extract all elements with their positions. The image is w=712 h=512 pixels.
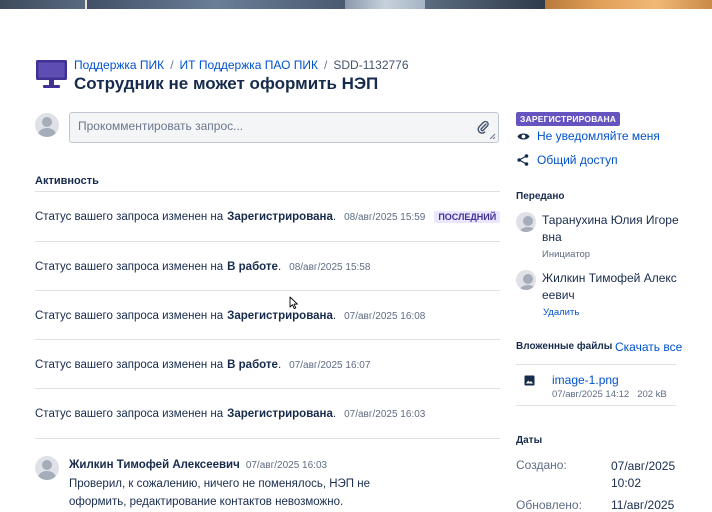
- shared-heading: Передано: [516, 191, 565, 202]
- row-divider: [35, 241, 500, 242]
- attachment-meta: 07/авг/2025 14:12 202 kB: [552, 389, 667, 400]
- activity-status: Зарегистрирована: [227, 310, 333, 322]
- activity-time: 07/авг/2025 16:07: [289, 360, 371, 371]
- comment-placeholder: Прокомментировать запрос...: [78, 119, 244, 133]
- activity-item: Статус вашего запроса изменен на В работе…: [35, 261, 371, 273]
- activity-item: Статус вашего запроса изменен на Зарегист…: [35, 310, 426, 322]
- paperclip-icon[interactable]: [477, 120, 489, 134]
- status-badge: ЗАРЕГИСТРИРОВАНА: [516, 112, 621, 126]
- activity-item: Статус вашего запроса изменен на В работе…: [35, 359, 371, 371]
- updated-label: Обновлено:: [516, 498, 582, 512]
- current-user-avatar: [35, 113, 59, 137]
- person-avatar: [516, 212, 536, 232]
- page-title: Сотрудник не может оформить НЭП: [74, 74, 379, 93]
- activity-status: В работе: [227, 261, 278, 273]
- updated-value: 11/авг/2025: [611, 498, 675, 512]
- activity-status: Зарегистрирована: [227, 408, 333, 420]
- dates-heading: Даты: [516, 435, 543, 446]
- row-divider: [35, 339, 500, 340]
- remove-person-link[interactable]: Удалить: [543, 307, 579, 318]
- created-value: 07/авг/2025 10:02: [611, 459, 676, 490]
- download-all-link[interactable]: Скачать все: [615, 340, 682, 354]
- comment-text: Проверил, к сожалению, ничего не поменял…: [69, 478, 370, 508]
- share-label: Общий доступ: [537, 153, 618, 167]
- breadcrumb-separator: /: [324, 58, 328, 72]
- attachment-link[interactable]: image-1.png: [552, 373, 619, 387]
- row-divider: [35, 388, 500, 389]
- breadcrumb-project-link[interactable]: Поддержка ПИК: [74, 58, 164, 72]
- activity-item: Статус вашего запроса изменен на Зарегист…: [35, 211, 501, 223]
- latest-badge: ПОСЛЕДНИЙ: [434, 211, 501, 223]
- created-label: Создано:: [516, 458, 567, 472]
- activity-time: 08/авг/2025 15:59: [344, 212, 426, 223]
- activity-status: Зарегистрирована: [227, 211, 333, 223]
- notify-label: Не уведомляйте меня: [537, 129, 660, 143]
- row-divider: [35, 290, 500, 291]
- comment-author: Жилкин Тимофей Алексеевич 07/авг/2025 16:…: [69, 459, 328, 471]
- activity-time: 07/авг/2025 16:08: [344, 311, 426, 322]
- activity-item: Статус вашего запроса изменен на Зарегист…: [35, 408, 426, 420]
- row-divider: [35, 438, 500, 439]
- eye-icon: [516, 132, 530, 141]
- attachments-divider: [516, 405, 676, 406]
- attachments-divider: [516, 364, 676, 365]
- comment-author-avatar: [35, 456, 59, 480]
- breadcrumb-separator: /: [170, 58, 174, 72]
- person-avatar: [516, 270, 536, 290]
- notify-toggle[interactable]: Не уведомляйте меня: [516, 129, 660, 143]
- activity-time: 08/авг/2025 15:58: [289, 262, 371, 273]
- activity-heading: Активность: [35, 175, 99, 187]
- resize-handle-icon[interactable]: [489, 133, 496, 140]
- share-icon: [516, 154, 530, 166]
- mouse-cursor-icon: [289, 296, 298, 310]
- header-banner: [0, 0, 712, 9]
- person-name: Таранухина Юлия Игоревна: [542, 213, 679, 244]
- activity-time: 07/авг/2025 16:03: [344, 409, 426, 420]
- comment-time: 07/авг/2025 16:03: [245, 460, 328, 471]
- person-name: Жилкин Тимофей Алексеевич: [542, 271, 677, 302]
- breadcrumb: Поддержка ПИК / ИТ Поддержка ПАО ПИК / SDD-1…: [74, 58, 409, 72]
- image-file-icon: [524, 375, 535, 386]
- breadcrumb-service-link[interactable]: ИТ Поддержка ПАО ПИК: [180, 58, 319, 72]
- comment-input[interactable]: Прокомментировать запрос...: [69, 112, 499, 143]
- monitor-icon: [36, 60, 67, 88]
- breadcrumb-issue-key: SDD-1132776: [333, 58, 409, 72]
- share-button[interactable]: Общий доступ: [516, 153, 618, 167]
- attachments-heading: Вложенные файлы: [516, 341, 613, 352]
- person-role: Инициатор: [542, 249, 591, 260]
- activity-divider: [35, 191, 500, 192]
- activity-status: В работе: [227, 359, 278, 371]
